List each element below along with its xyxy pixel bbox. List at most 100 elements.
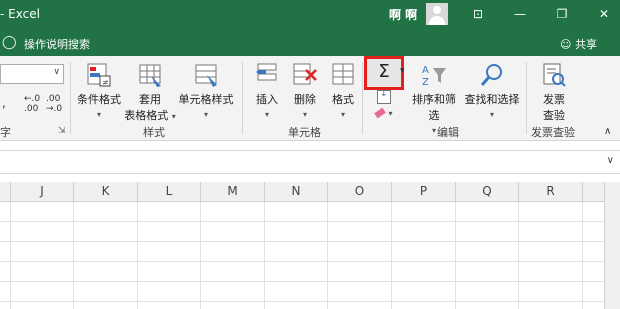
close-button[interactable]: ✕ xyxy=(592,5,616,23)
format-as-table-label-2: 表格格式 xyxy=(124,109,169,122)
column-header[interactable]: Q xyxy=(456,182,519,201)
column-header[interactable]: N xyxy=(265,182,328,201)
decrease-decimal-button[interactable]: .00 →.0 xyxy=(46,94,62,114)
grid-line xyxy=(0,241,604,242)
avatar[interactable] xyxy=(426,3,448,25)
delete-cells-button[interactable]: 删除 ▾ xyxy=(288,62,322,120)
chevron-down-icon: ▾ xyxy=(431,126,436,135)
grid-line xyxy=(0,301,604,302)
grid-line xyxy=(0,261,604,262)
expand-formula-bar-icon[interactable]: ∨ xyxy=(607,155,614,166)
svg-text:Z: Z xyxy=(422,77,429,88)
cell-styles-button[interactable]: 单元格样式 ▾ xyxy=(176,62,236,120)
format-as-table-button[interactable]: 套用 表格格式 ▾ xyxy=(124,62,176,123)
grid-line xyxy=(10,202,11,309)
conditional-formatting-button[interactable]: ≠ 条件格式 ▾ xyxy=(74,62,124,120)
conditional-formatting-label: 条件格式 xyxy=(77,93,121,106)
sort-filter-label: 排序和筛选 xyxy=(412,93,456,122)
invoice-group-label: 发票查验 xyxy=(531,126,575,139)
lightbulb-icon: ◯ xyxy=(2,35,17,50)
column-header-partial[interactable] xyxy=(0,182,11,201)
grid-line xyxy=(73,202,74,309)
editing-group-label: 编辑 xyxy=(437,126,459,139)
chevron-down-icon: ▾ xyxy=(96,110,101,119)
eraser-icon xyxy=(374,107,386,119)
format-label: 格式 xyxy=(332,93,354,106)
collapse-ribbon-icon[interactable]: ∧ xyxy=(604,126,611,137)
chevron-down-icon[interactable]: ▾ xyxy=(400,66,405,76)
chevron-down-icon: ▾ xyxy=(203,110,208,119)
column-headers: J K L M N O P Q R xyxy=(0,182,604,202)
ribbon-display-options-button[interactable]: ⊡ xyxy=(466,5,490,23)
column-header[interactable]: L xyxy=(138,182,201,201)
format-as-table-label-1: 套用 xyxy=(139,93,161,106)
format-cells-icon xyxy=(332,63,354,85)
autosum-button[interactable]: Σ xyxy=(364,56,404,90)
share-label: 共享 xyxy=(574,38,597,51)
chevron-down-icon: ▾ xyxy=(340,110,345,119)
magnifier-icon xyxy=(480,64,502,86)
vertical-scrollbar[interactable] xyxy=(604,182,620,309)
avatar-body-icon xyxy=(429,16,445,25)
chevron-down-icon: ▾ xyxy=(489,110,494,119)
invoice-check-button[interactable]: 发票 查验 xyxy=(532,62,576,123)
worksheet-grid[interactable] xyxy=(0,202,604,309)
group-separator xyxy=(362,62,363,134)
format-as-table-icon xyxy=(139,64,161,87)
group-separator xyxy=(242,62,243,134)
column-header[interactable]: O xyxy=(328,182,392,201)
number-group-label: 字 xyxy=(0,126,11,139)
window-title: - Excel xyxy=(0,7,40,21)
restore-button[interactable]: ❐ xyxy=(550,5,574,23)
chevron-down-icon: ▾ xyxy=(302,110,307,119)
invoice-check-icon xyxy=(543,63,566,87)
clear-button[interactable]: ▾ xyxy=(374,106,393,119)
tell-me-search[interactable]: 操作说明搜索 xyxy=(24,36,90,52)
find-select-button[interactable]: 查找和选择 ▾ xyxy=(464,62,520,120)
grid-line xyxy=(0,221,604,222)
sort-filter-icon: A Z xyxy=(422,65,446,88)
tell-me-bar: ◯ 操作说明搜索 ☺ 共享 xyxy=(0,30,620,56)
grid-line xyxy=(327,202,328,309)
column-header[interactable]: M xyxy=(201,182,265,201)
svg-text:≠: ≠ xyxy=(102,78,109,87)
invoice-check-label-1: 发票 xyxy=(543,93,565,106)
group-separator xyxy=(70,62,71,134)
insert-cells-button[interactable]: 插入 ▾ xyxy=(250,62,284,120)
grid-line xyxy=(200,202,201,309)
increase-decimal-button[interactable]: ←.0.00 xyxy=(24,94,40,114)
column-header[interactable]: K xyxy=(74,182,138,201)
chevron-down-icon: ∨ xyxy=(53,67,60,77)
svg-text:A: A xyxy=(422,65,429,76)
user-name[interactable]: 啊 啊 xyxy=(389,6,417,23)
chevron-down-icon: ▾ xyxy=(388,109,393,118)
format-cells-button[interactable]: 格式 ▾ xyxy=(326,62,360,120)
insert-label: 插入 xyxy=(256,93,278,106)
column-header[interactable]: J xyxy=(11,182,74,201)
share-button[interactable]: ☺ 共享 xyxy=(560,36,597,52)
number-format-combo[interactable]: ∨ xyxy=(0,64,64,84)
fill-down-icon: ↓ xyxy=(380,89,388,99)
minimize-button[interactable]: — xyxy=(508,5,532,23)
grid-line xyxy=(0,281,604,282)
title-bar: - Excel 啊 啊 ⊡ — ❐ ✕ xyxy=(0,0,620,30)
cell-styles-icon xyxy=(195,64,217,87)
fill-button[interactable]: ↓ xyxy=(377,89,391,104)
grid-line xyxy=(137,202,138,309)
chevron-down-icon: ▾ xyxy=(264,110,269,119)
column-header[interactable]: R xyxy=(519,182,583,201)
delete-label: 删除 xyxy=(294,93,316,106)
ribbon: ∨ , ←.0.00 .00 →.0 字 ⇲ ≠ 条件格式 ▾ 套用 表格格式 ▾ xyxy=(0,56,620,141)
group-separator xyxy=(526,62,527,134)
formula-bar[interactable]: ∨ xyxy=(0,150,620,174)
comma-style-button[interactable]: , xyxy=(2,96,6,110)
insert-cells-icon xyxy=(256,63,277,81)
person-icon: ☺ xyxy=(560,38,572,51)
cell-styles-label: 单元格样式 xyxy=(178,93,234,106)
dialog-launcher-icon[interactable]: ⇲ xyxy=(58,126,66,136)
styles-group-label: 样式 xyxy=(143,126,165,139)
find-select-label: 查找和选择 xyxy=(464,93,520,106)
cells-group-label: 单元格 xyxy=(288,126,321,139)
grid-line xyxy=(391,202,392,309)
column-header[interactable]: P xyxy=(392,182,456,201)
